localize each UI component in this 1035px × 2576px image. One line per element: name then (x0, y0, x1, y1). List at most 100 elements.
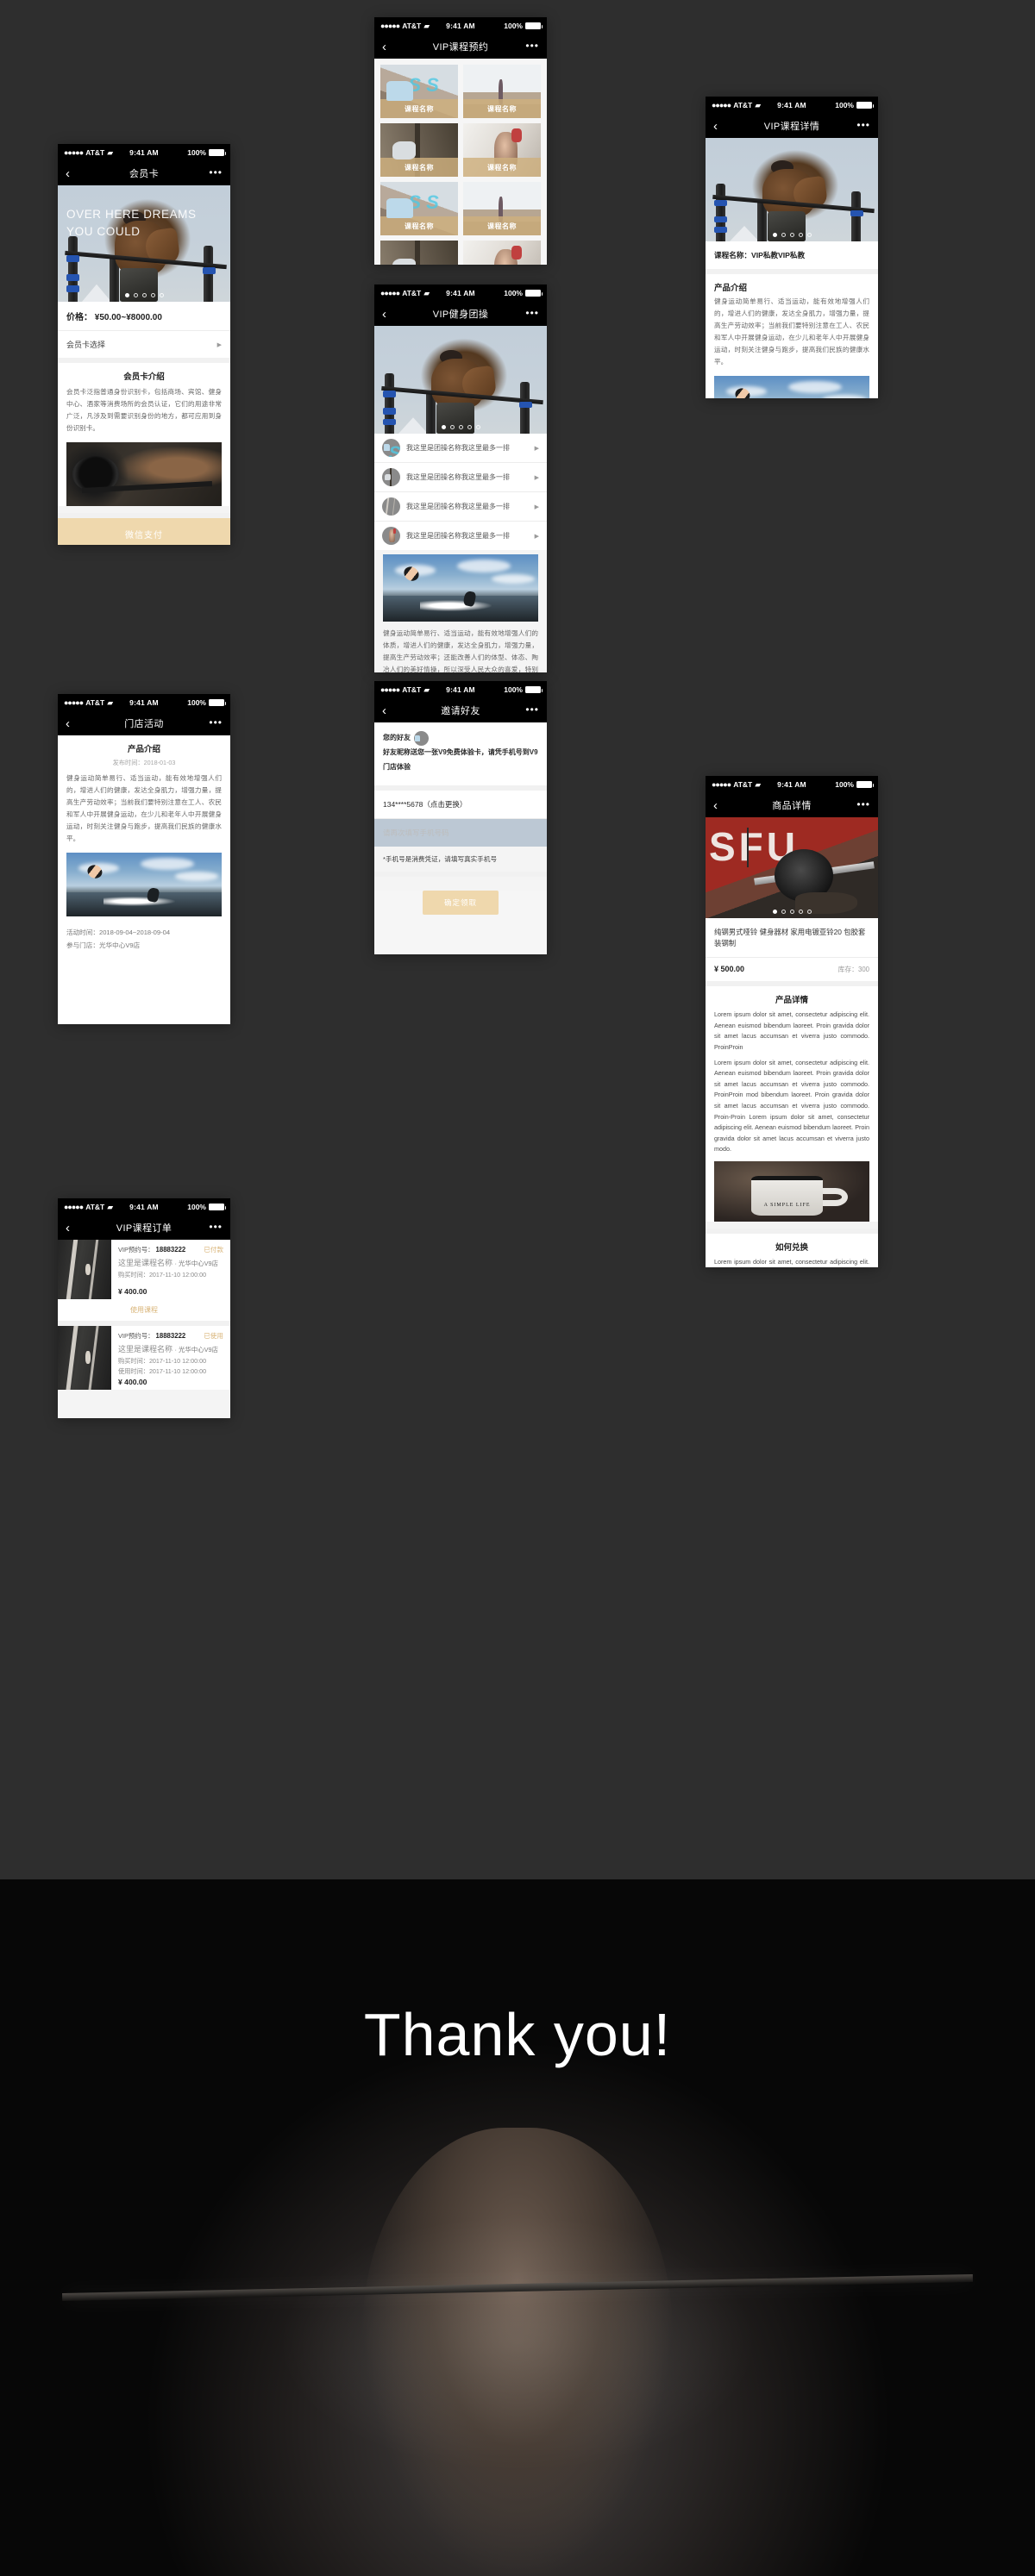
phone-course-detail: ●●●●● AT&T ▰ 9:41 AM 100% ‹ VIP课程详情 ••• … (706, 97, 878, 398)
course-tile[interactable]: 课程名称 (380, 123, 458, 177)
redeem-card: 如何兑换 Lorem ipsum dolor sit amet, consect… (706, 1233, 878, 1267)
carousel-pager[interactable] (706, 910, 878, 914)
class-name: 我这里是团操名称我这里最多一排 (406, 532, 510, 540)
intro-title: 会员卡介绍 (123, 372, 165, 382)
clock-label: 9:41 AM (777, 780, 806, 789)
order-amount: ¥ 400.00 (118, 1286, 147, 1296)
signal-dots-icon: ●●●●● (380, 289, 400, 297)
carrier-label: AT&T (85, 698, 105, 707)
product-carousel[interactable]: SFU (706, 817, 878, 918)
more-options-icon[interactable]: ••• (856, 799, 870, 810)
battery-icon (525, 22, 543, 29)
product-price: ¥ 500.00 (714, 965, 745, 974)
carousel-pager[interactable] (706, 233, 878, 237)
carousel-pager[interactable] (374, 425, 547, 429)
course-tile[interactable]: 课程名称 (463, 65, 541, 118)
nav-bar: ‹ VIP课程预约 ••• (374, 34, 547, 59)
phone-confirm-input[interactable]: 请再次填写手机号码 (374, 818, 547, 847)
course-thumbnail (58, 1325, 111, 1390)
hero-carousel[interactable]: OVER HERE DREAMS YOU COULD (58, 185, 230, 302)
carousel-pager[interactable] (58, 293, 230, 297)
course-store: · 光华中心V9店 (174, 1345, 219, 1354)
invite-message-card: 您的好友 好友昵称送您一张V9免费体验卡，请凭手机号到V9门店体验 (374, 722, 547, 785)
more-options-icon[interactable]: ••• (209, 717, 223, 728)
section-title: 产品介绍 (127, 745, 160, 754)
page-title: VIP课程详情 (763, 122, 820, 132)
nav-bar: ‹ 商品详情 ••• (706, 793, 878, 817)
signal-dots-icon: ●●●●● (712, 101, 731, 109)
signal-dots-icon: ●●●●● (380, 22, 400, 30)
battery-percent-label: 100% (187, 1203, 206, 1211)
chevron-right-icon: ▶ (534, 445, 539, 452)
activity-meta: 活动时间：2018-09-04~2018-09-04 参与门店：光华中心V9店 (58, 923, 230, 955)
course-tile-label: 课程名称 (463, 158, 541, 177)
carrier-label: AT&T (85, 148, 105, 157)
course-tile[interactable]: 课程名称 (463, 182, 541, 235)
phone-group-class: ●●●●● AT&T ▰ 9:41 AM 100% ‹ VIP健身团操 ••• (374, 284, 547, 672)
hero-carousel[interactable] (374, 326, 547, 434)
phone-product-detail: ●●●●● AT&T ▰ 9:41 AM 100% ‹ 商品详情 ••• SFU… (706, 776, 878, 1267)
chevron-right-icon: ▶ (534, 503, 539, 510)
carrier-label: AT&T (402, 289, 422, 297)
activity-body: 健身运动简单易行、适当运动，能有效地增强人们的，增进人们的健康，发达全身肌力，增… (66, 774, 222, 843)
invite-message: 您的好友 好友昵称送您一张V9免费体验卡，请凭手机号到V9门店体验 (374, 722, 547, 785)
battery-percent-label: 100% (504, 685, 523, 694)
wifi-icon: ▰ (423, 288, 430, 297)
course-store: · 光华中心V9店 (174, 1260, 219, 1267)
confirm-claim-button[interactable]: 确定领取 (423, 890, 499, 915)
carrier-label: AT&T (402, 22, 422, 30)
list-item[interactable]: 我这里是团操名称我这里最多一排 ▶ (374, 522, 547, 550)
use-course-button[interactable]: 使用课程 (58, 1298, 230, 1321)
product-stock: 库存：300 (837, 966, 869, 974)
thank-you-banner: Thank you! (0, 1879, 1035, 2576)
use-time: 使用时间：2017-11-10 12:00:00 (118, 1366, 207, 1375)
signal-dots-icon: ●●●●● (64, 698, 84, 707)
more-options-icon[interactable]: ••• (209, 1222, 223, 1232)
kitesurf-photo (714, 376, 869, 398)
course-tile[interactable]: 课程名称 (380, 241, 458, 265)
battery-percent-label: 100% (504, 22, 523, 30)
hero-carousel[interactable] (706, 138, 878, 241)
course-tile-label: 课程名称 (380, 158, 458, 177)
course-name: 课程名称：VIP私教VIP私教 (714, 251, 806, 259)
product-detail-card: 产品详情 Lorem ipsum dolor sit amet, consect… (706, 986, 878, 1222)
course-tile[interactable]: 课程名称 (380, 182, 458, 235)
list-item[interactable]: 我这里是团操名称我这里最多一排 ▶ (374, 434, 547, 462)
publish-time: 发布时间：2018-01-03 (112, 759, 176, 766)
product-name: 纯钢男式哑铃 健身器材 家用电镀亚铃20 包胶套装钢制 (714, 928, 866, 947)
chevron-right-icon: ▶ (216, 341, 222, 348)
order-no: 18883222 (155, 1331, 186, 1340)
signal-dots-icon: ●●●●● (64, 1203, 84, 1211)
course-tile[interactable]: 课程名称 (380, 65, 458, 118)
list-item[interactable]: 我这里是团操名称我这里最多一排 ▶ (374, 492, 547, 521)
product-summary-card: 纯钢男式哑铃 健身器材 家用电镀亚铃20 包胶套装钢制 ¥ 500.00 库存：… (706, 918, 878, 982)
activity-store: 参与门店：光华中心V9店 (66, 941, 141, 949)
invite-prefix: 您的好友 (383, 734, 411, 742)
nav-bar: ‹ 门店活动 ••• (58, 711, 230, 735)
more-options-icon[interactable]: ••• (856, 120, 870, 130)
activity-time: 活动时间：2018-09-04~2018-09-04 (66, 928, 171, 937)
list-empty-space (58, 1389, 230, 1418)
wechat-pay-button[interactable]: 微信支付 (58, 518, 230, 545)
wifi-icon: ▰ (755, 100, 762, 109)
wifi-icon: ▰ (107, 697, 114, 707)
course-tile-label: 课程名称 (463, 216, 541, 235)
class-name: 我这里是团操名称我这里最多一排 (406, 473, 510, 481)
section-gap (374, 871, 547, 877)
course-tile[interactable]: 课程名称 (463, 241, 541, 265)
course-tile[interactable]: 课程名称 (463, 123, 541, 177)
hero-headline: OVER HERE DREAMS YOU COULD (66, 208, 197, 238)
more-options-icon[interactable]: ••• (525, 41, 539, 51)
bar-clamp (203, 266, 216, 274)
clock-label: 9:41 AM (446, 289, 475, 297)
status-bar: ●●●●● AT&T ▰ 9:41 AM 100% (58, 694, 230, 711)
more-options-icon[interactable]: ••• (525, 704, 539, 715)
card-select-row[interactable]: 会员卡选择 ▶ (58, 331, 230, 358)
more-options-icon[interactable]: ••• (525, 308, 539, 318)
wifi-icon: ▰ (107, 1202, 114, 1211)
phone-display-field[interactable]: 134****5678（点击更换） (374, 791, 547, 819)
list-item[interactable]: 我这里是团操名称我这里最多一排 ▶ (374, 463, 547, 491)
table-row[interactable]: VIP预约号： 18883222 已使用 这里是课程名称 · 光华中心V9店 购… (58, 1325, 230, 1390)
table-row[interactable]: VIP预约号： 18883222 已付款 这里是课程名称 · 光华中心V9店 购… (58, 1240, 230, 1299)
more-options-icon[interactable]: ••• (209, 167, 223, 178)
